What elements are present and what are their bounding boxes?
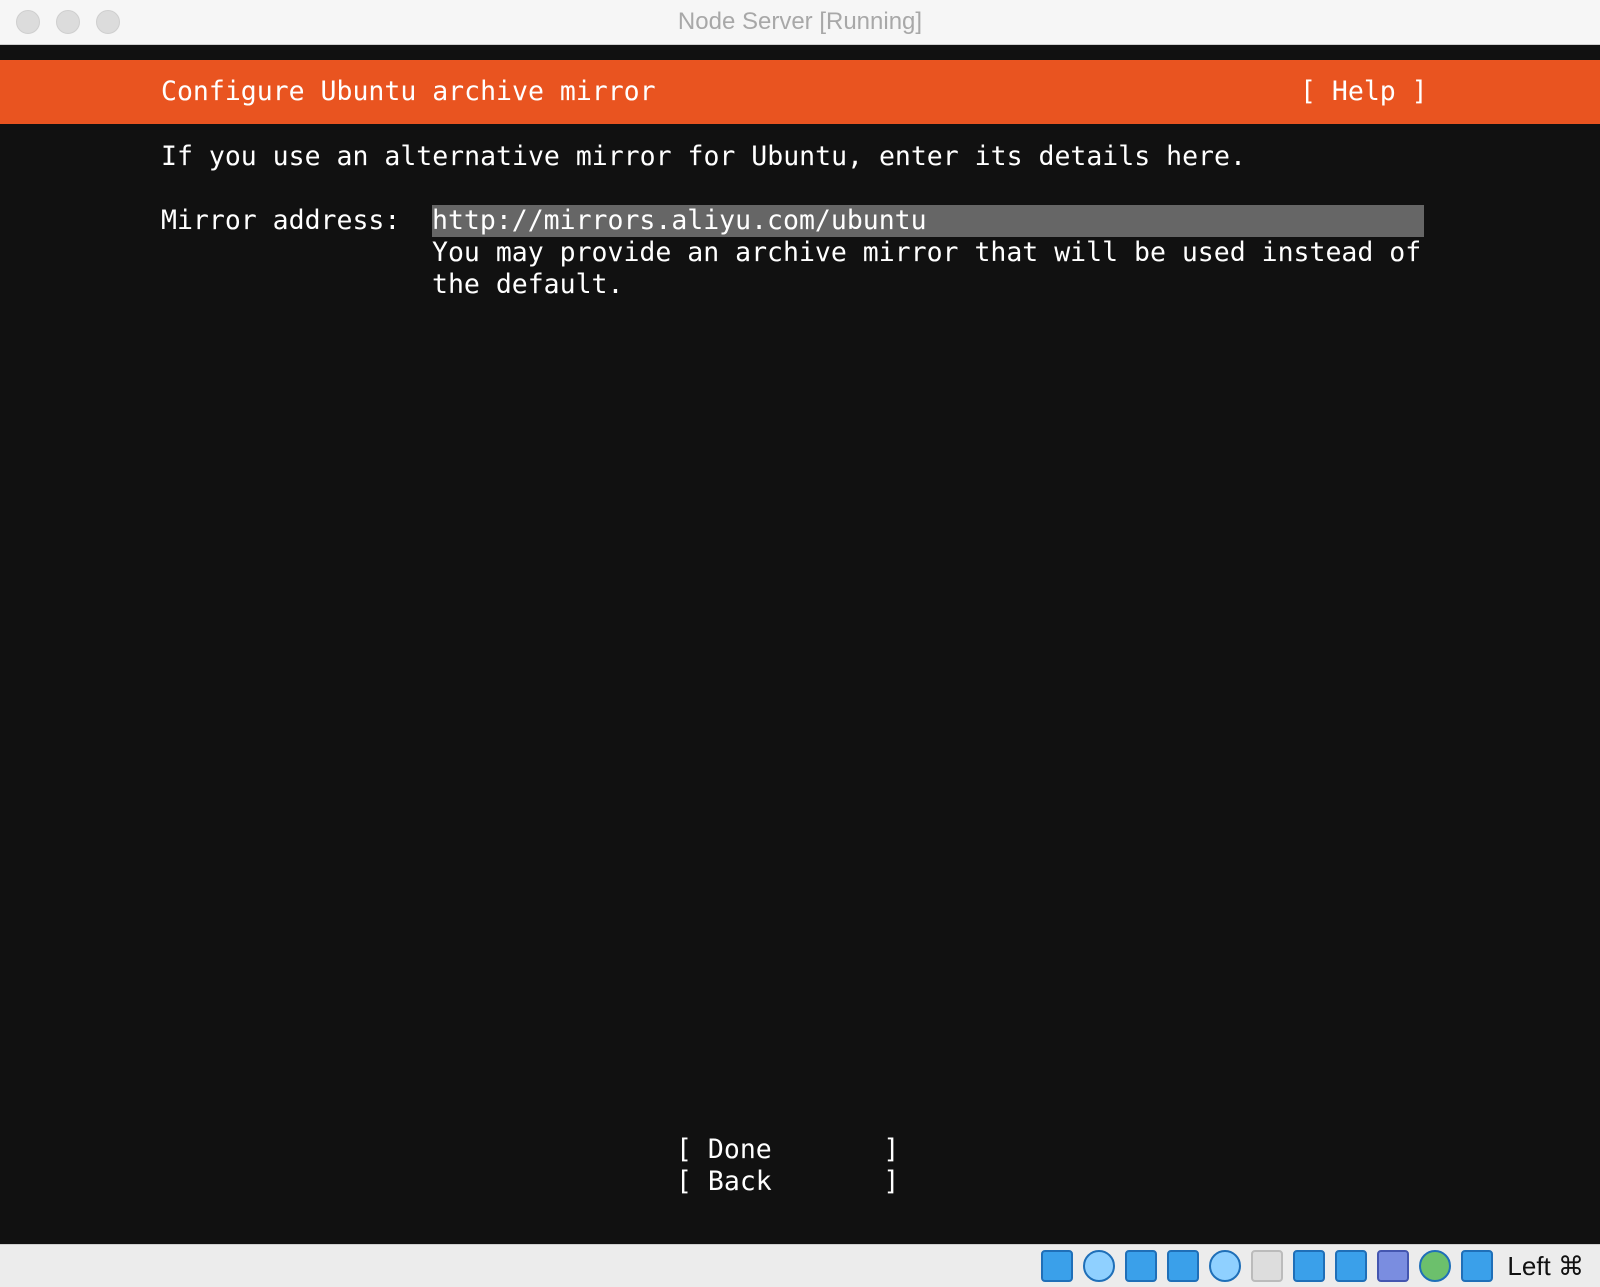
page-title: Configure Ubuntu archive mirror [161, 76, 656, 107]
back-button[interactable]: [ Back ] [676, 1166, 899, 1198]
intro-text: If you use an alternative mirror for Ubu… [161, 141, 1246, 172]
shared-folder-icon[interactable] [1251, 1250, 1284, 1282]
window-title: Node Server [Running] [677, 8, 923, 35]
usb-icon[interactable] [1209, 1250, 1242, 1282]
network-icon[interactable] [1167, 1250, 1200, 1282]
mirror-hint-line2: the default. [432, 269, 624, 300]
mirror-hint-line1: You may provide an archive mirror that w… [432, 237, 1422, 268]
done-button[interactable]: [ Done ] [676, 1134, 899, 1166]
vm-statusbar: Left ⌘ [0, 1244, 1600, 1287]
cpu-icon[interactable] [1377, 1250, 1410, 1282]
mirror-address-input[interactable]: http://mirrors.aliyu.com/ubuntu [432, 205, 1424, 237]
keyboard-capture-icon[interactable] [1461, 1250, 1494, 1282]
installer-header: Configure Ubuntu archive mirror [ Help ] [0, 60, 1600, 124]
help-button[interactable]: [ Help ] [1300, 76, 1428, 108]
vm-screen[interactable]: Configure Ubuntu archive mirror [ Help ]… [0, 45, 1600, 1241]
mirror-address-value: http://mirrors.aliyu.com/ubuntu [432, 205, 927, 236]
host-key-label: Left ⌘ [1507, 1250, 1584, 1281]
hard-disk-icon[interactable] [1041, 1250, 1074, 1282]
mouse-integration-icon[interactable] [1419, 1250, 1452, 1282]
video-capture-icon[interactable] [1335, 1250, 1368, 1282]
optical-disk-icon[interactable] [1083, 1250, 1116, 1282]
display-icon[interactable] [1293, 1250, 1326, 1282]
audio-icon[interactable] [1125, 1250, 1158, 1282]
mirror-address-label: Mirror address: [161, 205, 401, 236]
window-titlebar: Node Server [Running] [0, 0, 1600, 45]
